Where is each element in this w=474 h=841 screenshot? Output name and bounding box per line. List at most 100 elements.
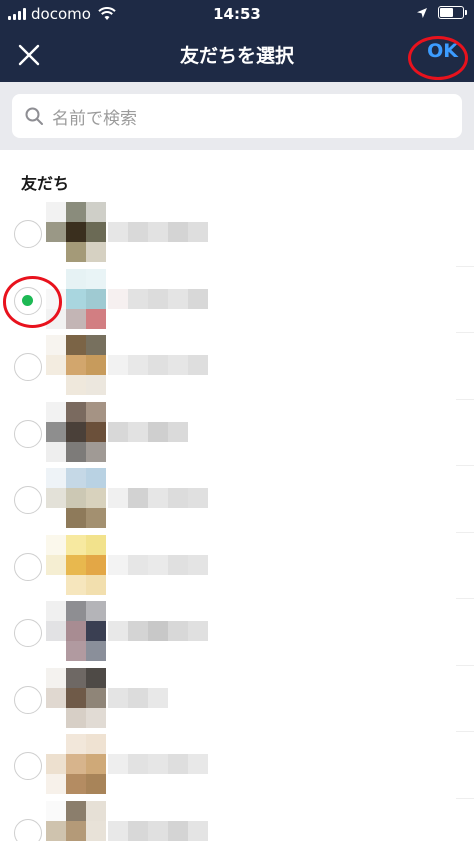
- friend-row[interactable]: [0, 400, 474, 466]
- friend-row[interactable]: [0, 333, 474, 400]
- avatar-pixel: [86, 601, 106, 621]
- avatar-pixel: [46, 641, 66, 661]
- avatar-pixel: [86, 288, 106, 309]
- friend-select-radio[interactable]: [14, 486, 42, 514]
- name-pixel: [128, 820, 148, 841]
- friend-row[interactable]: [0, 599, 474, 666]
- avatar-pixel: [46, 355, 66, 375]
- friend-row[interactable]: [0, 666, 474, 732]
- avatar-pixel: [86, 534, 106, 555]
- avatar-pixel: [86, 222, 106, 242]
- friend-row[interactable]: [0, 466, 474, 533]
- name-pixel: [128, 288, 148, 309]
- friend-name-blurred: [108, 488, 208, 508]
- avatar-pixel: [66, 574, 86, 595]
- avatar-pixel: [66, 820, 86, 841]
- name-pixel: [148, 554, 168, 575]
- avatar-pixel: [46, 621, 66, 641]
- search-input[interactable]: 名前で検索: [12, 94, 462, 138]
- avatar-pixel: [46, 401, 66, 422]
- avatar-pixel: [86, 508, 106, 528]
- friend-row[interactable]: [0, 799, 474, 841]
- status-bar: docomo 14:53: [0, 0, 474, 28]
- avatar: [46, 800, 106, 841]
- avatar-pixel: [66, 288, 86, 309]
- name-pixel: [108, 820, 128, 841]
- name-pixel: [168, 421, 188, 442]
- avatar-pixel: [86, 488, 106, 508]
- avatar-pixel: [86, 242, 106, 262]
- name-pixel: [168, 222, 188, 242]
- name-pixel: [188, 554, 208, 575]
- avatar-pixel: [66, 202, 86, 222]
- avatar-pixel: [66, 375, 86, 395]
- friend-select-radio[interactable]: [14, 353, 42, 381]
- friend-select-radio[interactable]: [14, 752, 42, 780]
- avatar-pixel: [46, 574, 66, 595]
- name-pixel: [168, 288, 188, 309]
- avatar-pixel: [86, 375, 106, 395]
- friend-select-radio[interactable]: [14, 818, 42, 841]
- name-pixel: [148, 222, 168, 242]
- avatar-pixel: [66, 754, 86, 774]
- friend-select-radio[interactable]: [14, 419, 42, 448]
- name-pixel: [128, 687, 148, 708]
- avatar: [46, 534, 106, 595]
- name-pixel: [168, 554, 188, 575]
- friend-row[interactable]: [0, 732, 474, 799]
- avatar-pixel: [86, 734, 106, 754]
- ok-button[interactable]: OK: [427, 40, 458, 62]
- avatar-pixel: [66, 508, 86, 528]
- avatar-pixel: [86, 268, 106, 289]
- status-time: 14:53: [213, 5, 261, 23]
- avatar-pixel: [46, 268, 66, 289]
- friend-name-blurred: [108, 288, 208, 309]
- friend-select-radio[interactable]: [14, 220, 42, 248]
- friend-row[interactable]: [0, 200, 474, 267]
- avatar: [46, 202, 106, 262]
- name-pixel: [128, 421, 148, 442]
- avatar-pixel: [66, 687, 86, 708]
- avatar-pixel: [86, 308, 106, 329]
- avatar-pixel: [86, 687, 106, 708]
- name-pixel: [168, 355, 188, 375]
- friend-name-blurred: [108, 687, 168, 708]
- avatar-pixel: [66, 707, 86, 728]
- avatar-pixel: [46, 222, 66, 242]
- avatar-pixel: [86, 355, 106, 375]
- friend-select-radio[interactable]: [14, 286, 42, 315]
- friend-row[interactable]: [0, 533, 474, 599]
- avatar-pixel: [66, 335, 86, 355]
- avatar-pixel: [46, 754, 66, 774]
- name-pixel: [188, 754, 208, 774]
- avatar-pixel: [66, 468, 86, 488]
- avatar: [46, 268, 106, 329]
- friend-row[interactable]: [0, 267, 474, 333]
- name-pixel: [148, 820, 168, 841]
- friend-name-blurred: [108, 621, 208, 641]
- name-pixel: [108, 488, 128, 508]
- avatar: [46, 601, 106, 661]
- avatar-pixel: [46, 441, 66, 462]
- avatar-pixel: [66, 800, 86, 821]
- search-area: 名前で検索: [0, 82, 474, 150]
- avatar-pixel: [46, 288, 66, 309]
- name-pixel: [188, 820, 208, 841]
- avatar-pixel: [66, 242, 86, 262]
- avatar-pixel: [46, 308, 66, 329]
- friend-select-radio[interactable]: [14, 552, 42, 581]
- name-pixel: [168, 820, 188, 841]
- avatar-pixel: [66, 222, 86, 242]
- avatar-pixel: [66, 734, 86, 754]
- friend-select-radio[interactable]: [14, 685, 42, 714]
- avatar-pixel: [86, 202, 106, 222]
- name-pixel: [108, 754, 128, 774]
- avatar-pixel: [46, 707, 66, 728]
- friend-select-radio[interactable]: [14, 619, 42, 647]
- name-pixel: [168, 488, 188, 508]
- avatar-pixel: [86, 707, 106, 728]
- avatar: [46, 401, 106, 462]
- battery-icon: [438, 6, 467, 19]
- name-pixel: [128, 621, 148, 641]
- avatar-pixel: [86, 621, 106, 641]
